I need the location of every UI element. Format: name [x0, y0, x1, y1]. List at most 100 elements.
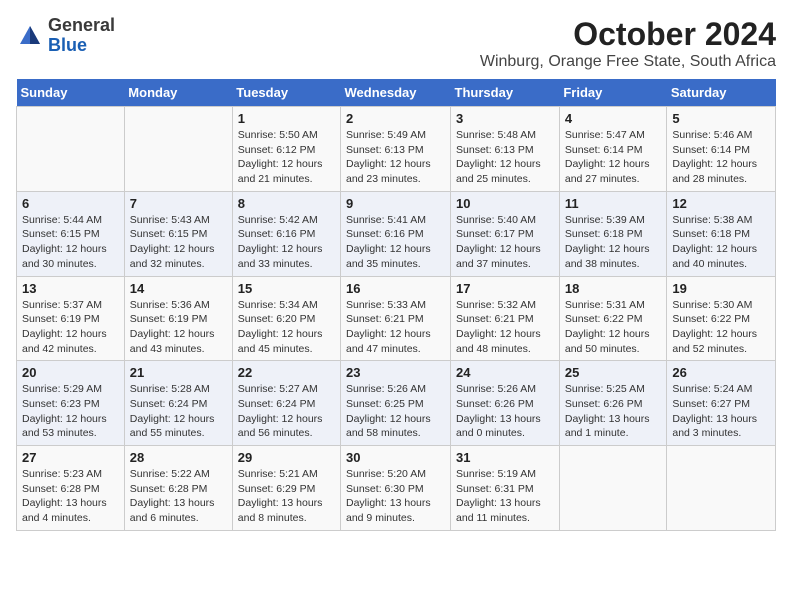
cell-info: Sunrise: 5:19 AM: [456, 467, 554, 482]
calendar-cell: 25Sunrise: 5:25 AMSunset: 6:26 PMDayligh…: [559, 361, 667, 446]
day-number: 2: [346, 111, 445, 126]
cell-info: Daylight: 13 hours and 1 minute.: [565, 412, 662, 441]
cell-info: Daylight: 13 hours and 3 minutes.: [672, 412, 770, 441]
day-header-wednesday: Wednesday: [341, 79, 451, 107]
cell-info: Sunset: 6:20 PM: [238, 312, 335, 327]
calendar-cell: 17Sunrise: 5:32 AMSunset: 6:21 PMDayligh…: [451, 276, 560, 361]
day-number: 18: [565, 281, 662, 296]
cell-info: Sunset: 6:30 PM: [346, 482, 445, 497]
day-number: 27: [22, 450, 119, 465]
calendar-cell: 3Sunrise: 5:48 AMSunset: 6:13 PMDaylight…: [451, 107, 560, 192]
day-number: 13: [22, 281, 119, 296]
day-number: 16: [346, 281, 445, 296]
calendar-table: SundayMondayTuesdayWednesdayThursdayFrid…: [16, 79, 776, 531]
calendar-week-5: 27Sunrise: 5:23 AMSunset: 6:28 PMDayligh…: [17, 446, 776, 531]
cell-info: Sunset: 6:25 PM: [346, 397, 445, 412]
cell-info: Daylight: 12 hours and 47 minutes.: [346, 327, 445, 356]
calendar-cell: 5 Sunrise: 5:46 AMSunset: 6:14 PMDaylight…: [667, 107, 776, 192]
calendar-cell: 27Sunrise: 5:23 AMSunset: 6:28 PMDayligh…: [17, 446, 125, 531]
cell-info: Daylight: 12 hours and 58 minutes.: [346, 412, 445, 441]
cell-info: Sunset: 6:26 PM: [456, 397, 554, 412]
cell-info: Sunset: 6:16 PM: [346, 227, 445, 242]
cell-info: Sunrise: 5:33 AM: [346, 298, 445, 313]
calendar-cell: 30Sunrise: 5:20 AMSunset: 6:30 PMDayligh…: [341, 446, 451, 531]
day-number: 26: [672, 365, 770, 380]
day-header-tuesday: Tuesday: [232, 79, 340, 107]
cell-info: Daylight: 12 hours and 33 minutes.: [238, 242, 335, 271]
cell-info: Daylight: 12 hours and 30 minutes.: [22, 242, 119, 271]
page-header: General Blue October 2024 Winburg, Orang…: [16, 16, 776, 71]
day-number: 3: [456, 111, 554, 126]
cell-info: Daylight: 12 hours and 55 minutes.: [130, 412, 227, 441]
cell-info: Sunrise: 5:25 AM: [565, 382, 662, 397]
cell-info: Sunset: 6:19 PM: [130, 312, 227, 327]
cell-info: Daylight: 12 hours and 27 minutes.: [565, 157, 662, 186]
cell-info: Sunrise: 5:44 AM: [22, 213, 119, 228]
cell-info: Sunset: 6:27 PM: [672, 397, 770, 412]
cell-info: Sunrise: 5:29 AM: [22, 382, 119, 397]
day-header-monday: Monday: [124, 79, 232, 107]
day-number: 5: [672, 111, 770, 126]
cell-info: Sunset: 6:31 PM: [456, 482, 554, 497]
cell-info: Daylight: 13 hours and 6 minutes.: [130, 496, 227, 525]
cell-info: Daylight: 12 hours and 52 minutes.: [672, 327, 770, 356]
cell-info: Sunrise: 5:26 AM: [456, 382, 554, 397]
cell-info: Sunset: 6:29 PM: [238, 482, 335, 497]
day-number: 23: [346, 365, 445, 380]
calendar-cell: 10Sunrise: 5:40 AMSunset: 6:17 PMDayligh…: [451, 191, 560, 276]
cell-info: Daylight: 12 hours and 42 minutes.: [22, 327, 119, 356]
cell-info: Sunrise: 5:30 AM: [672, 298, 770, 313]
cell-info: Sunset: 6:24 PM: [130, 397, 227, 412]
cell-info: Sunset: 6:17 PM: [456, 227, 554, 242]
calendar-cell: 18 Sunrise: 5:31 AMSunset: 6:22 PMDayligh…: [559, 276, 667, 361]
calendar-cell: [559, 446, 667, 531]
cell-info: Sunset: 6:22 PM: [565, 312, 662, 327]
cell-info: Daylight: 12 hours and 50 minutes.: [565, 327, 662, 356]
cell-info: Daylight: 12 hours and 28 minutes.: [672, 157, 770, 186]
logo-text: General Blue: [48, 16, 115, 56]
calendar-week-1: 1Sunrise: 5:50 AMSunset: 6:12 PMDaylight…: [17, 107, 776, 192]
cell-info: Daylight: 13 hours and 9 minutes.: [346, 496, 445, 525]
day-number: 11: [565, 196, 662, 211]
cell-info: Daylight: 13 hours and 4 minutes.: [22, 496, 119, 525]
calendar-cell: 23Sunrise: 5:26 AMSunset: 6:25 PMDayligh…: [341, 361, 451, 446]
calendar-cell: 2Sunrise: 5:49 AMSunset: 6:13 PMDaylight…: [341, 107, 451, 192]
day-number: 9: [346, 196, 445, 211]
logo-blue: Blue: [48, 36, 115, 56]
cell-info: Daylight: 12 hours and 25 minutes.: [456, 157, 554, 186]
cell-info: Sunset: 6:23 PM: [22, 397, 119, 412]
cell-info: Daylight: 13 hours and 11 minutes.: [456, 496, 554, 525]
day-number: 8: [238, 196, 335, 211]
cell-info: Sunrise: 5:42 AM: [238, 213, 335, 228]
day-number: 1: [238, 111, 335, 126]
calendar-cell: 7Sunrise: 5:43 AMSunset: 6:15 PMDaylight…: [124, 191, 232, 276]
cell-info: Sunset: 6:14 PM: [565, 143, 662, 158]
day-number: 7: [130, 196, 227, 211]
cell-info: Sunset: 6:21 PM: [456, 312, 554, 327]
cell-info: Sunset: 6:14 PM: [672, 143, 770, 158]
day-number: 10: [456, 196, 554, 211]
cell-info: Sunrise: 5:20 AM: [346, 467, 445, 482]
cell-info: Sunset: 6:22 PM: [672, 312, 770, 327]
calendar-cell: 6 Sunrise: 5:44 AMSunset: 6:15 PMDaylight…: [17, 191, 125, 276]
calendar-cell: [17, 107, 125, 192]
cell-info: Daylight: 12 hours and 45 minutes.: [238, 327, 335, 356]
day-number: 14: [130, 281, 227, 296]
cell-info: Sunset: 6:15 PM: [22, 227, 119, 242]
cell-info: Sunrise: 5:31 AM: [565, 298, 662, 313]
cell-info: Daylight: 12 hours and 32 minutes.: [130, 242, 227, 271]
location: Winburg, Orange Free State, South Africa: [480, 53, 776, 71]
cell-info: Sunrise: 5:23 AM: [22, 467, 119, 482]
cell-info: Daylight: 12 hours and 56 minutes.: [238, 412, 335, 441]
calendar-week-3: 13Sunrise: 5:37 AMSunset: 6:19 PMDayligh…: [17, 276, 776, 361]
calendar-cell: 20Sunrise: 5:29 AMSunset: 6:23 PMDayligh…: [17, 361, 125, 446]
cell-info: Sunset: 6:18 PM: [672, 227, 770, 242]
calendar-week-4: 20Sunrise: 5:29 AMSunset: 6:23 PMDayligh…: [17, 361, 776, 446]
cell-info: Sunrise: 5:22 AM: [130, 467, 227, 482]
cell-info: Sunrise: 5:43 AM: [130, 213, 227, 228]
cell-info: Sunrise: 5:46 AM: [672, 128, 770, 143]
cell-info: Sunrise: 5:39 AM: [565, 213, 662, 228]
cell-info: Sunrise: 5:28 AM: [130, 382, 227, 397]
day-number: 22: [238, 365, 335, 380]
day-number: 6: [22, 196, 119, 211]
